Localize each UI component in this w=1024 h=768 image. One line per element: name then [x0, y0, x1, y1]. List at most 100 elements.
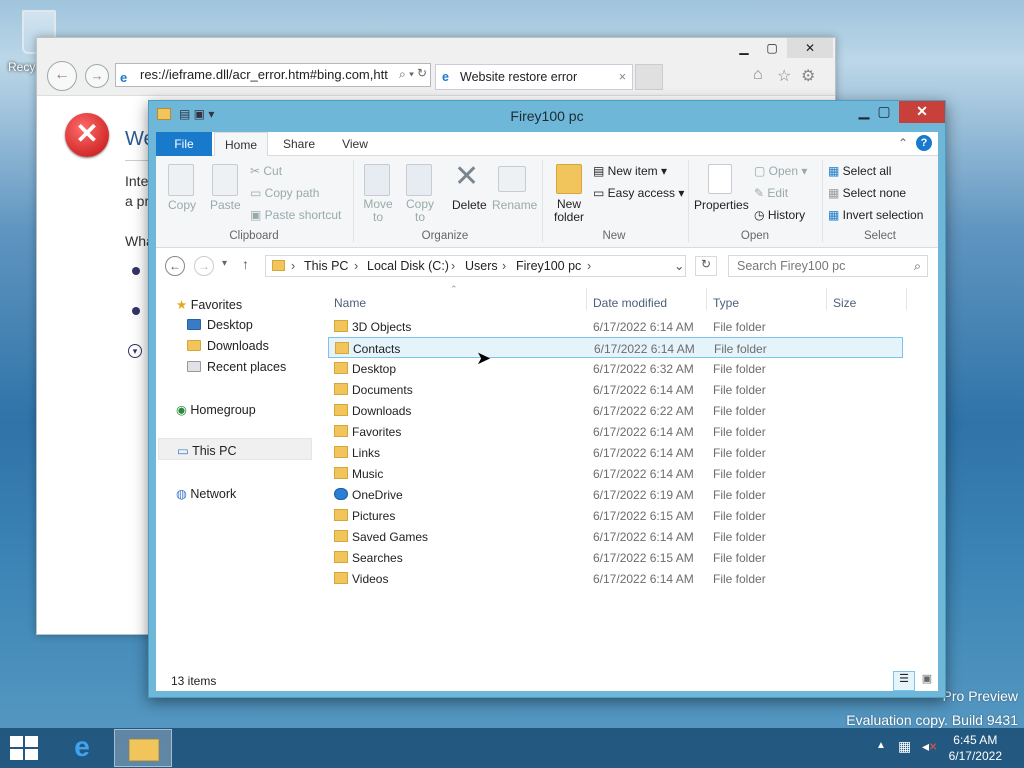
close-tab-icon[interactable]: × — [619, 65, 626, 89]
file-type: File folder — [713, 404, 766, 418]
breadcrumb-local-disk[interactable]: Local Disk (C:) — [367, 256, 449, 276]
start-button[interactable] — [10, 736, 38, 760]
breadcrumb-users[interactable]: Users — [465, 256, 498, 276]
back-arrow-icon[interactable]: ← — [165, 256, 185, 276]
up-arrow-icon[interactable]: ↑ — [242, 256, 249, 272]
column-type[interactable]: Type — [713, 296, 739, 310]
folder-icon — [334, 551, 348, 563]
ie-close-button[interactable]: ✕ — [787, 38, 833, 58]
system-clock[interactable]: 6:45 AM 6/17/2022 — [949, 732, 1002, 764]
edit-button[interactable]: ✎ Edit — [754, 186, 788, 200]
address-bar[interactable]: › This PC › Local Disk (C:) › Users › Fi… — [265, 255, 686, 277]
details-view-icon[interactable]: ☰ — [893, 671, 915, 691]
move-to-button[interactable]: Move to — [362, 198, 394, 224]
file-row[interactable]: Saved Games 6/17/2022 6:14 AM File folder — [328, 526, 903, 547]
ie-minimize-button[interactable]: ▁ — [731, 38, 757, 58]
properties-button[interactable]: Properties — [694, 198, 749, 212]
windows-logo-icon — [10, 736, 23, 747]
folder-icon — [334, 383, 348, 395]
file-row[interactable]: Videos 6/17/2022 6:14 AM File folder — [328, 568, 903, 589]
file-row[interactable]: Music 6/17/2022 6:14 AM File folder — [328, 463, 903, 484]
ie-tab[interactable]: e Website restore error × — [435, 64, 633, 90]
search-input[interactable]: Search Firey100 pc ⌕ — [728, 255, 928, 277]
file-type: File folder — [713, 530, 766, 544]
nav-recent-places[interactable]: Recent places — [187, 360, 286, 374]
breadcrumb-user-folder[interactable]: Firey100 pc — [516, 256, 581, 276]
file-row[interactable]: Documents 6/17/2022 6:14 AM File folder — [328, 379, 903, 400]
file-row[interactable]: Searches 6/17/2022 6:15 AM File folder — [328, 547, 903, 568]
file-row[interactable]: 3D Objects 6/17/2022 6:14 AM File folder — [328, 316, 903, 337]
new-folder-button[interactable]: New folder — [553, 198, 585, 224]
copy-button[interactable]: Copy — [168, 198, 196, 212]
tab-view[interactable]: View — [328, 132, 382, 156]
back-arrow-icon[interactable]: ← — [47, 61, 77, 91]
nav-homegroup[interactable]: ◉ Homegroup — [176, 402, 256, 417]
nav-this-pc[interactable]: ▭ This PC — [158, 438, 312, 460]
ie-taskbar-icon[interactable]: e — [56, 729, 108, 767]
copy-path-button[interactable]: ▭ Copy path — [250, 186, 319, 200]
file-row[interactable]: Pictures 6/17/2022 6:15 AM File folder — [328, 505, 903, 526]
paste-shortcut-button[interactable]: ▣ Paste shortcut — [250, 208, 341, 222]
ie-address-bar[interactable]: e res://ieframe.dll/acr_error.htm#bing.c… — [115, 63, 431, 87]
file-row[interactable]: Desktop 6/17/2022 6:32 AM File folder — [328, 358, 903, 379]
show-hidden-icons-icon[interactable]: ▲ — [876, 740, 886, 751]
file-name: Pictures — [352, 509, 396, 523]
star-icon[interactable]: ☆ — [777, 66, 791, 86]
ie-maximize-button[interactable]: ▢ — [759, 38, 785, 58]
paste-button[interactable]: Paste — [210, 198, 241, 212]
cut-button[interactable]: ✂ Cut — [250, 164, 282, 178]
column-date-modified[interactable]: Date modified — [593, 296, 667, 310]
tab-file[interactable]: File — [156, 132, 212, 156]
nav-homegroup-label: Homegroup — [190, 403, 256, 417]
maximize-button[interactable]: ▢ — [869, 101, 899, 123]
column-size[interactable]: Size — [833, 296, 856, 310]
invert-selection-button[interactable]: ▦ Invert selection — [828, 208, 923, 222]
easy-access-button[interactable]: ▭ Easy access ▾ — [593, 186, 684, 200]
forward-arrow-icon[interactable]: → — [85, 64, 109, 88]
nav-desktop[interactable]: Desktop — [187, 318, 253, 332]
recent-locations-icon[interactable]: ▾ — [222, 258, 227, 269]
delete-button[interactable]: Delete — [452, 198, 487, 212]
select-all-button[interactable]: ▦ Select all — [828, 164, 891, 178]
close-button[interactable]: ✕ — [899, 101, 945, 123]
address-dropdown-icon[interactable]: ⌄ — [674, 256, 684, 276]
file-row[interactable]: Links 6/17/2022 6:14 AM File folder — [328, 442, 903, 463]
explorer-taskbar-button[interactable] — [114, 729, 172, 767]
gear-icon[interactable]: ⚙ — [801, 66, 815, 86]
new-tab-button[interactable] — [635, 64, 663, 90]
file-row[interactable]: Favorites 6/17/2022 6:14 AM File folder — [328, 421, 903, 442]
select-none-button[interactable]: ▦ Select none — [828, 186, 906, 200]
copy-path-label: Copy path — [264, 186, 320, 200]
help-icon[interactable]: ? — [916, 135, 932, 151]
tab-share[interactable]: Share — [272, 132, 326, 156]
move-to-icon — [364, 164, 390, 196]
forward-arrow-icon[interactable]: → — [194, 256, 214, 276]
home-icon[interactable]: ⌂ — [753, 66, 763, 84]
collapse-ribbon-icon[interactable]: ⌃ — [898, 136, 908, 150]
search-icon[interactable]: ⌕ ▾ — [399, 67, 414, 82]
refresh-icon[interactable]: ↻ — [695, 256, 717, 276]
column-name[interactable]: Name — [334, 296, 366, 310]
tab-home[interactable]: Home — [214, 132, 268, 156]
copy-to-button[interactable]: Copy to — [404, 198, 436, 224]
refresh-icon[interactable]: ↻ — [417, 66, 427, 80]
rename-button[interactable]: Rename — [492, 198, 537, 212]
new-item-label: New item — [607, 164, 658, 178]
nav-desktop-label: Desktop — [207, 318, 253, 332]
volume-muted-icon[interactable]: ◂× — [922, 738, 937, 755]
nav-network[interactable]: ◍ Network — [176, 486, 236, 501]
large-icons-view-icon[interactable]: ▣ — [917, 672, 937, 690]
file-row[interactable]: Contacts 6/17/2022 6:14 AM File folder — [328, 337, 903, 358]
file-row[interactable]: OneDrive 6/17/2022 6:19 AM File folder — [328, 484, 903, 505]
history-button[interactable]: ◷ History — [754, 208, 805, 222]
breadcrumb-this-pc[interactable]: This PC — [304, 256, 348, 276]
nav-favorites[interactable]: ★ Favorites — [176, 297, 242, 312]
open-icon: ▢ — [754, 164, 769, 178]
expand-icon[interactable]: ▾ — [128, 344, 142, 358]
open-button[interactable]: ▢ Open ▾ — [754, 164, 807, 178]
new-item-button[interactable]: ▤ New item ▾ — [593, 164, 667, 178]
file-type: File folder — [714, 342, 767, 356]
network-icon[interactable]: ▦ — [898, 738, 911, 755]
nav-downloads[interactable]: Downloads — [187, 339, 269, 353]
file-row[interactable]: Downloads 6/17/2022 6:22 AM File folder — [328, 400, 903, 421]
